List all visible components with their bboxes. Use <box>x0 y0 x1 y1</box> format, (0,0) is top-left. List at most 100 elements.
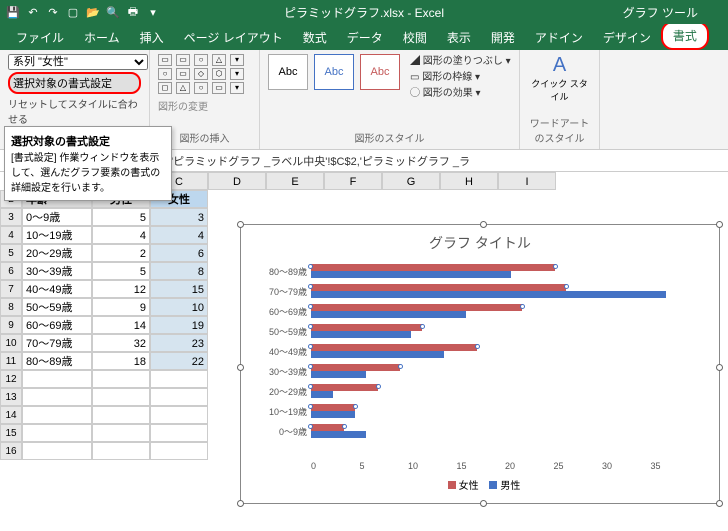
cell[interactable]: 50～59歳 <box>22 298 92 316</box>
shape-style-gallery[interactable]: Abc Abc Abc <box>268 54 400 102</box>
tab-書式[interactable]: 書式 <box>661 21 709 50</box>
chart-bar[interactable] <box>311 324 422 331</box>
chart-element-selector[interactable]: 系列 "女性" <box>8 54 148 70</box>
column-header[interactable]: I <box>498 172 556 190</box>
wordart-quick-style-icon[interactable]: A <box>528 54 591 77</box>
chart-bar[interactable] <box>311 264 555 271</box>
column-header[interactable]: D <box>208 172 266 190</box>
cell[interactable]: 0～9歳 <box>22 208 92 226</box>
shape-outline-button[interactable]: ▭ 図形の枠線 ▾ <box>410 70 511 86</box>
cell[interactable] <box>22 388 92 406</box>
row-header[interactable]: 12 <box>0 370 22 388</box>
cell[interactable]: 12 <box>92 280 150 298</box>
shape-style-preset[interactable]: Abc <box>314 54 354 90</box>
new-icon[interactable]: ▢ <box>66 5 80 19</box>
row-header[interactable]: 4 <box>0 226 22 244</box>
more-icon[interactable]: ▾ <box>146 5 160 19</box>
chart-bar[interactable] <box>311 371 366 378</box>
tab-ファイル[interactable]: ファイル <box>6 25 74 50</box>
tab-数式[interactable]: 数式 <box>293 25 337 50</box>
tab-デザイン[interactable]: デザイン <box>593 25 661 50</box>
save-icon[interactable]: 💾 <box>6 5 20 19</box>
change-shape-button[interactable]: 図形の変更 <box>158 98 251 113</box>
cell[interactable]: 70～79歳 <box>22 334 92 352</box>
chart-bar[interactable] <box>311 404 355 411</box>
chart-bar[interactable] <box>311 304 522 311</box>
cell[interactable]: 19 <box>150 316 208 334</box>
column-header[interactable]: H <box>440 172 498 190</box>
cell[interactable]: 22 <box>150 352 208 370</box>
cell[interactable]: 30～39歳 <box>22 262 92 280</box>
cell[interactable]: 4 <box>92 226 150 244</box>
row-header[interactable]: 7 <box>0 280 22 298</box>
cell[interactable] <box>92 370 150 388</box>
chart-bar[interactable] <box>311 344 477 351</box>
cell[interactable]: 6 <box>150 244 208 262</box>
tab-アドイン[interactable]: アドイン <box>525 25 593 50</box>
chart-legend[interactable]: 女性 男性 <box>241 477 719 492</box>
row-header[interactable]: 13 <box>0 388 22 406</box>
chart-bar[interactable] <box>311 384 378 391</box>
row-header[interactable]: 5 <box>0 244 22 262</box>
cell[interactable]: 10～19歳 <box>22 226 92 244</box>
row-header[interactable]: 6 <box>0 262 22 280</box>
shape-style-preset[interactable]: Abc <box>268 54 308 90</box>
cell[interactable]: 8 <box>150 262 208 280</box>
cell[interactable] <box>22 442 92 460</box>
cell[interactable]: 32 <box>92 334 150 352</box>
cell[interactable] <box>150 370 208 388</box>
cell[interactable] <box>92 388 150 406</box>
cell[interactable] <box>22 370 92 388</box>
cell[interactable] <box>150 406 208 424</box>
cell[interactable]: 5 <box>92 208 150 226</box>
open-icon[interactable]: 📂 <box>86 5 100 19</box>
reset-style-button[interactable]: リセットしてスタイルに合わせる <box>8 96 141 126</box>
column-header[interactable]: E <box>266 172 324 190</box>
tab-表示[interactable]: 表示 <box>437 25 481 50</box>
row-header[interactable]: 9 <box>0 316 22 334</box>
cell[interactable] <box>150 442 208 460</box>
cell[interactable]: 10 <box>150 298 208 316</box>
preview-icon[interactable]: 🔍 <box>106 5 120 19</box>
chart-bar[interactable] <box>311 271 511 278</box>
chart-title[interactable]: グラフ タイトル <box>241 233 719 253</box>
cell[interactable] <box>22 424 92 442</box>
cell[interactable] <box>150 424 208 442</box>
chart-bar[interactable] <box>311 284 566 291</box>
row-header[interactable]: 3 <box>0 208 22 226</box>
tab-データ[interactable]: データ <box>337 25 393 50</box>
cell[interactable] <box>22 406 92 424</box>
redo-icon[interactable]: ↷ <box>46 5 60 19</box>
cell[interactable] <box>92 442 150 460</box>
cell[interactable] <box>92 424 150 442</box>
cell[interactable] <box>92 406 150 424</box>
tab-校閲[interactable]: 校閲 <box>393 25 437 50</box>
tab-挿入[interactable]: 挿入 <box>130 25 174 50</box>
chart-bar[interactable] <box>311 411 355 418</box>
row-header[interactable]: 15 <box>0 424 22 442</box>
chart-bar[interactable] <box>311 424 344 431</box>
embedded-chart[interactable]: グラフ タイトル 80～89歳70～79歳60～69歳50～59歳40～49歳3… <box>240 224 720 504</box>
cell[interactable]: 14 <box>92 316 150 334</box>
cell[interactable]: 4 <box>150 226 208 244</box>
row-header[interactable]: 10 <box>0 334 22 352</box>
row-header[interactable]: 14 <box>0 406 22 424</box>
cell[interactable]: 60～69歳 <box>22 316 92 334</box>
shape-fill-button[interactable]: ◢ 図形の塗りつぶし ▾ <box>410 54 511 70</box>
cell[interactable]: 15 <box>150 280 208 298</box>
chart-plot-area[interactable]: 80～89歳70～79歳60～69歳50～59歳40～49歳30～39歳20～2… <box>311 261 699 461</box>
wordart-quick-style-label[interactable]: クイック スタイル <box>528 77 591 103</box>
chart-bar[interactable] <box>311 311 466 318</box>
chart-bar[interactable] <box>311 351 444 358</box>
cell[interactable]: 23 <box>150 334 208 352</box>
shape-gallery[interactable]: ▭▭○△▾ ○▭◇⬡▾ ◻△○▭▾ <box>158 54 251 94</box>
column-header[interactable]: G <box>382 172 440 190</box>
chart-bar[interactable] <box>311 431 366 438</box>
print-icon[interactable]: 🖶 <box>126 5 140 19</box>
format-selection-button[interactable]: 選択対象の書式設定 <box>8 72 141 94</box>
row-header[interactable]: 16 <box>0 442 22 460</box>
row-header[interactable]: 11 <box>0 352 22 370</box>
chart-bar[interactable] <box>311 291 666 298</box>
tab-ページ レイアウト[interactable]: ページ レイアウト <box>174 25 293 50</box>
cell[interactable]: 9 <box>92 298 150 316</box>
